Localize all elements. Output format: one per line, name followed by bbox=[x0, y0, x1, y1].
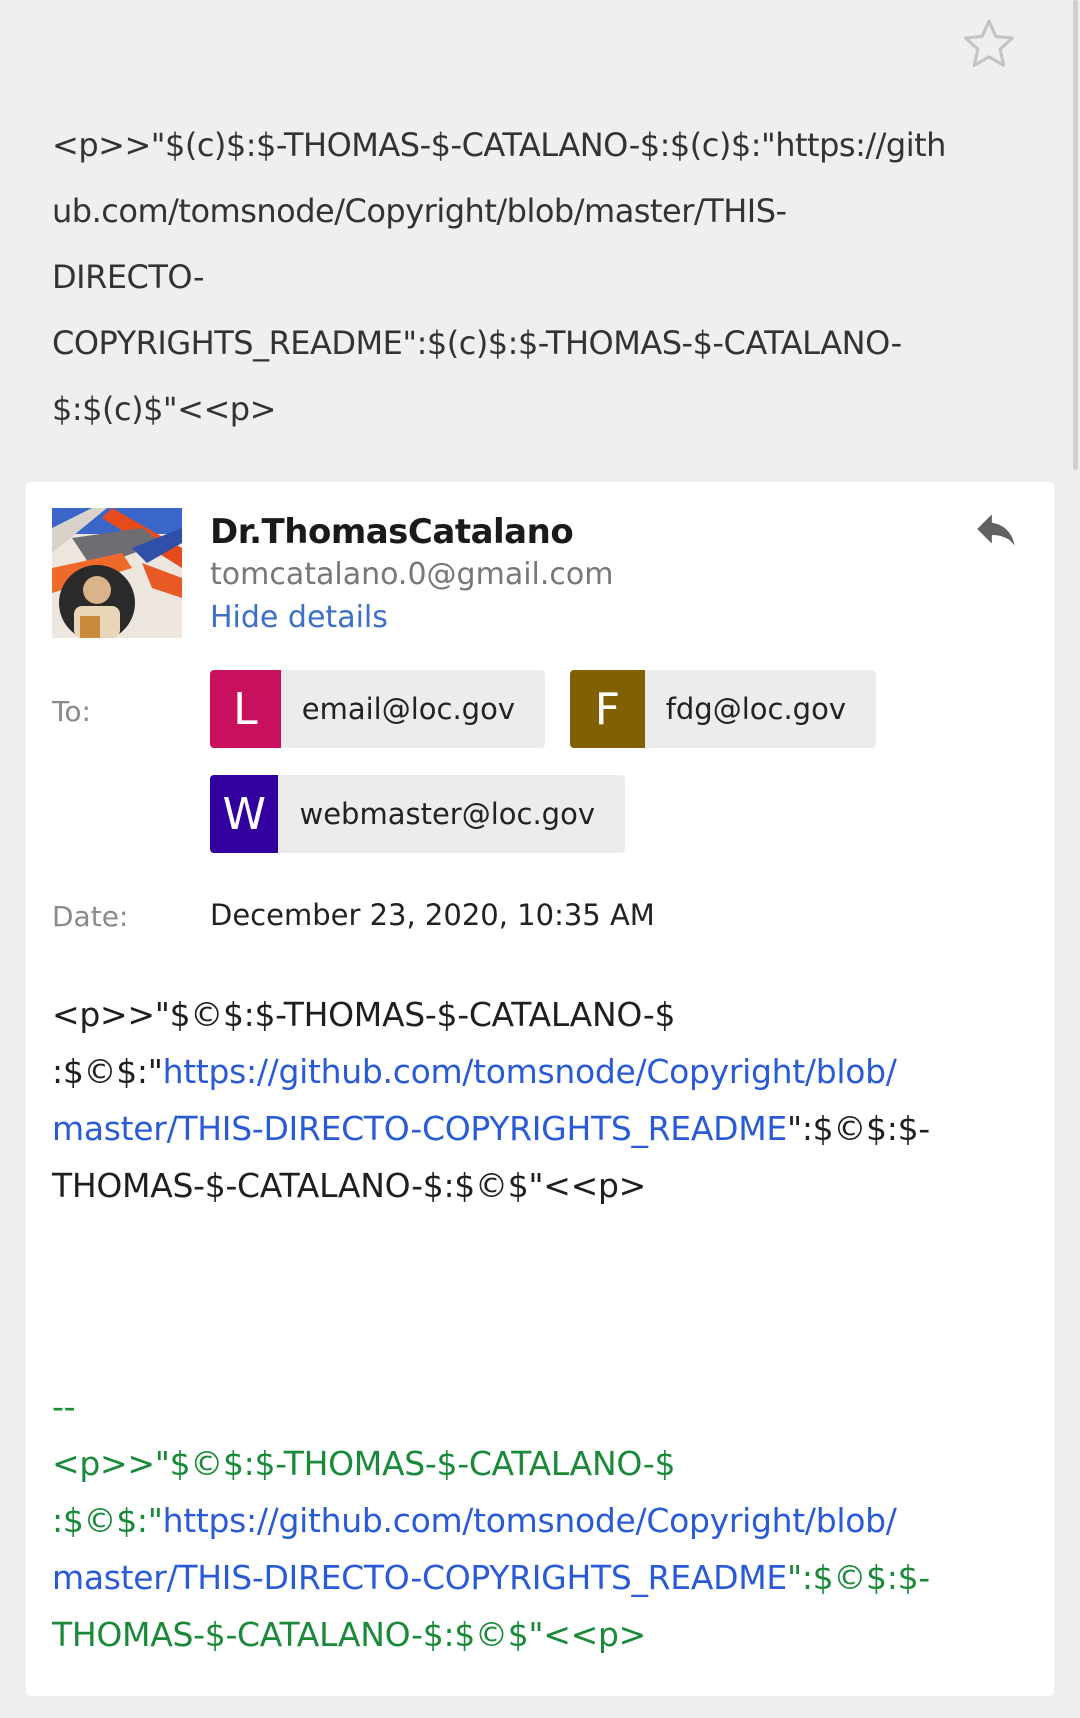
recipient-initial: F bbox=[570, 670, 645, 748]
body-line: :$©$:"https://github.com/tomsnode/Copyri… bbox=[52, 1043, 1012, 1100]
body-text-fragment: ":$©$:$- bbox=[786, 1109, 930, 1148]
to-label: To: bbox=[52, 695, 91, 728]
signature-line: master/THIS-DIRECTO-COPYRIGHTS_README":$… bbox=[52, 1549, 1012, 1606]
subject-line: DIRECTO- bbox=[52, 258, 205, 296]
signature: -- <p>>"$©$:$-THOMAS-$-CATALANO-$ :$©$:"… bbox=[52, 1378, 1012, 1663]
body-link[interactable]: master/THIS-DIRECTO-COPYRIGHTS_README bbox=[52, 1109, 787, 1148]
subject-line: $:$(c)$"<<p> bbox=[52, 390, 276, 428]
recipient-email: webmaster@loc.gov bbox=[299, 797, 595, 831]
body-line: <p>>"$©$:$-THOMAS-$-CATALANO-$ bbox=[52, 995, 676, 1034]
signature-line: <p>>"$©$:$-THOMAS-$-CATALANO-$ bbox=[52, 1444, 676, 1483]
recipient-email: email@loc.gov bbox=[301, 692, 515, 726]
signature-separator: -- bbox=[52, 1387, 76, 1426]
signature-link[interactable]: master/THIS-DIRECTO-COPYRIGHTS_README bbox=[52, 1558, 787, 1597]
recipient-chip[interactable]: F fdg@loc.gov bbox=[570, 670, 876, 748]
subject: <p>>"$(c)$:$-THOMAS-$-CATALANO-$:$(c)$:"… bbox=[52, 112, 972, 442]
hide-details-link[interactable]: Hide details bbox=[210, 600, 388, 635]
recipient-initial: L bbox=[210, 670, 281, 748]
star-outline-icon[interactable] bbox=[958, 14, 1020, 76]
subject-line: <p>>"$(c)$:$-THOMAS-$-CATALANO-$:$(c)$:"… bbox=[52, 126, 946, 164]
signature-text-fragment: :$©$:" bbox=[52, 1501, 163, 1540]
reply-icon[interactable] bbox=[968, 504, 1024, 554]
recipient-chip[interactable]: L email@loc.gov bbox=[210, 670, 545, 748]
message-body: <p>>"$©$:$-THOMAS-$-CATALANO-$ :$©$:"htt… bbox=[52, 986, 1012, 1214]
date-label: Date: bbox=[52, 900, 129, 933]
recipient-initial: W bbox=[210, 775, 279, 853]
body-line: THOMAS-$-CATALANO-$:$©$"<<p> bbox=[52, 1166, 646, 1205]
email-view: <p>>"$(c)$:$-THOMAS-$-CATALANO-$:$(c)$:"… bbox=[0, 0, 1080, 1718]
scrollbar[interactable] bbox=[1070, 0, 1080, 470]
recipient-email: fdg@loc.gov bbox=[665, 692, 846, 726]
subject-line: COPYRIGHTS_README":$(c)$:$-THOMAS-$-CATA… bbox=[52, 324, 902, 362]
body-text-fragment: :$©$:" bbox=[52, 1052, 163, 1091]
sender-email: tomcatalano.0@gmail.com bbox=[210, 557, 614, 592]
recipient-chip[interactable]: W webmaster@loc.gov bbox=[210, 775, 625, 853]
avatar[interactable] bbox=[52, 508, 182, 638]
message-card: Dr.ThomasCatalano tomcatalano.0@gmail.co… bbox=[26, 482, 1054, 1696]
body-link[interactable]: https://github.com/tomsnode/Copyright/bl… bbox=[163, 1052, 897, 1091]
signature-line: THOMAS-$-CATALANO-$:$©$"<<p> bbox=[52, 1615, 646, 1654]
signature-link[interactable]: https://github.com/tomsnode/Copyright/bl… bbox=[163, 1501, 897, 1540]
signature-line: :$©$:"https://github.com/tomsnode/Copyri… bbox=[52, 1492, 1012, 1549]
scrollbar-thumb[interactable] bbox=[1073, 0, 1078, 470]
sender-name: Dr.ThomasCatalano bbox=[210, 512, 574, 552]
signature-text-fragment: ":$©$:$- bbox=[786, 1558, 930, 1597]
date-value: December 23, 2020, 10:35 AM bbox=[210, 898, 655, 932]
body-line: master/THIS-DIRECTO-COPYRIGHTS_README":$… bbox=[52, 1100, 1012, 1157]
subject-line: ub.com/tomsnode/Copyright/blob/master/TH… bbox=[52, 192, 787, 230]
